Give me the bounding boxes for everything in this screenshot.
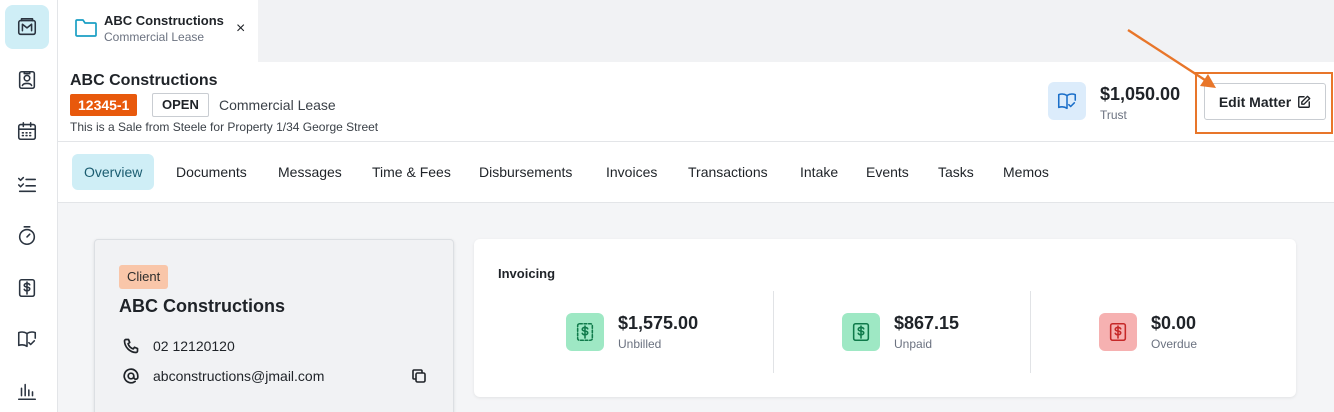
copy-icon[interactable] bbox=[411, 368, 429, 386]
client-tag: Client bbox=[119, 265, 169, 289]
reports-icon bbox=[17, 383, 37, 401]
sidebar bbox=[0, 0, 58, 412]
matters-icon bbox=[17, 17, 37, 36]
tab-title: ABC Constructions bbox=[104, 13, 224, 28]
unbilled-value: $1,575.00 bbox=[618, 313, 699, 333]
matter-type: Commercial Lease bbox=[219, 97, 336, 113]
unbilled-dollar-icon bbox=[566, 313, 604, 351]
tab-overview[interactable]: Overview bbox=[72, 154, 155, 190]
tab-documents[interactable]: Documents bbox=[176, 154, 247, 190]
tab-memos[interactable]: Memos bbox=[1003, 154, 1049, 190]
unbilled-stat[interactable]: $1,575.00 Unbilled bbox=[566, 313, 698, 351]
unbilled-label: Unbilled bbox=[618, 337, 662, 351]
matter-header: ABC Constructions 12345-1 OPEN Commercia… bbox=[58, 62, 1334, 142]
overdue-value: $0.00 bbox=[1151, 313, 1197, 333]
unpaid-value: $867.15 bbox=[894, 313, 960, 333]
client-phone-row: 02 12120120 bbox=[123, 338, 235, 354]
sidebar-contacts[interactable] bbox=[5, 58, 49, 102]
edit-icon bbox=[1298, 95, 1311, 108]
phone-icon bbox=[123, 338, 139, 354]
matter-title: ABC Constructions bbox=[70, 72, 218, 89]
tab-strip: ABC Constructions Commercial Lease × bbox=[58, 0, 1334, 62]
sidebar-reports[interactable] bbox=[5, 369, 49, 412]
trust-label: Trust bbox=[1100, 108, 1127, 122]
sidebar-matters[interactable] bbox=[5, 5, 49, 49]
tab-events[interactable]: Events bbox=[866, 154, 909, 190]
overdue-dollar-icon bbox=[1099, 313, 1137, 351]
divider bbox=[1030, 291, 1031, 373]
matter-tab[interactable]: ABC Constructions Commercial Lease × bbox=[58, 0, 258, 62]
sidebar-tasks[interactable] bbox=[5, 162, 49, 206]
divider bbox=[773, 291, 774, 373]
invoicing-title: Invoicing bbox=[498, 266, 556, 281]
calendar-icon bbox=[17, 121, 37, 141]
sidebar-timer[interactable] bbox=[5, 214, 49, 258]
trust-book-icon bbox=[17, 331, 37, 348]
overdue-stat[interactable]: $0.00 Overdue bbox=[1099, 313, 1197, 351]
invoicing-card: Invoicing $1,575.00 Unbilled $867.15 Unp… bbox=[474, 239, 1296, 397]
at-icon bbox=[123, 368, 139, 384]
overdue-label: Overdue bbox=[1151, 337, 1198, 351]
tab-subtitle: Commercial Lease bbox=[104, 30, 205, 44]
client-email[interactable]: abconstructions@jmail.com bbox=[153, 368, 324, 384]
edit-matter-button[interactable]: Edit Matter bbox=[1204, 83, 1326, 120]
client-name[interactable]: ABC Constructions bbox=[119, 296, 285, 317]
timer-icon bbox=[18, 226, 36, 246]
client-card: Client ABC Constructions 02 12120120 abc… bbox=[94, 239, 454, 412]
status-badge: OPEN bbox=[152, 93, 209, 117]
matter-number-badge: 12345-1 bbox=[70, 94, 138, 116]
sidebar-billing[interactable] bbox=[5, 266, 49, 310]
sidebar-calendar[interactable] bbox=[5, 109, 49, 153]
tab-tasks[interactable]: Tasks bbox=[938, 154, 974, 190]
matter-description: This is a Sale from Steele for Property … bbox=[70, 120, 379, 134]
tab-intake[interactable]: Intake bbox=[800, 154, 838, 190]
trust-amount: $1,050.00 bbox=[1100, 84, 1181, 104]
unpaid-label: Unpaid bbox=[894, 337, 933, 351]
client-email-row: abconstructions@jmail.com bbox=[123, 368, 324, 384]
client-phone[interactable]: 02 12120120 bbox=[153, 338, 235, 354]
matter-nav: Overview Documents Messages Time & Fees … bbox=[58, 142, 1334, 203]
trust-book-icon bbox=[1048, 82, 1086, 120]
folder-icon bbox=[74, 17, 98, 39]
unpaid-dollar-icon bbox=[842, 313, 880, 351]
billing-icon bbox=[18, 278, 36, 298]
contacts-icon bbox=[18, 70, 36, 90]
unpaid-stat[interactable]: $867.15 Unpaid bbox=[842, 313, 959, 351]
edit-matter-label: Edit Matter bbox=[1218, 93, 1292, 110]
tab-messages[interactable]: Messages bbox=[278, 154, 342, 190]
tab-time-fees[interactable]: Time & Fees bbox=[372, 154, 451, 190]
tab-invoices[interactable]: Invoices bbox=[606, 154, 657, 190]
close-icon[interactable]: × bbox=[236, 19, 245, 39]
tab-disbursements[interactable]: Disbursements bbox=[479, 154, 572, 190]
tasks-icon bbox=[17, 176, 37, 193]
sidebar-trust[interactable] bbox=[5, 317, 49, 361]
tab-transactions[interactable]: Transactions bbox=[688, 154, 768, 190]
overview-content: Client ABC Constructions 02 12120120 abc… bbox=[58, 203, 1334, 412]
